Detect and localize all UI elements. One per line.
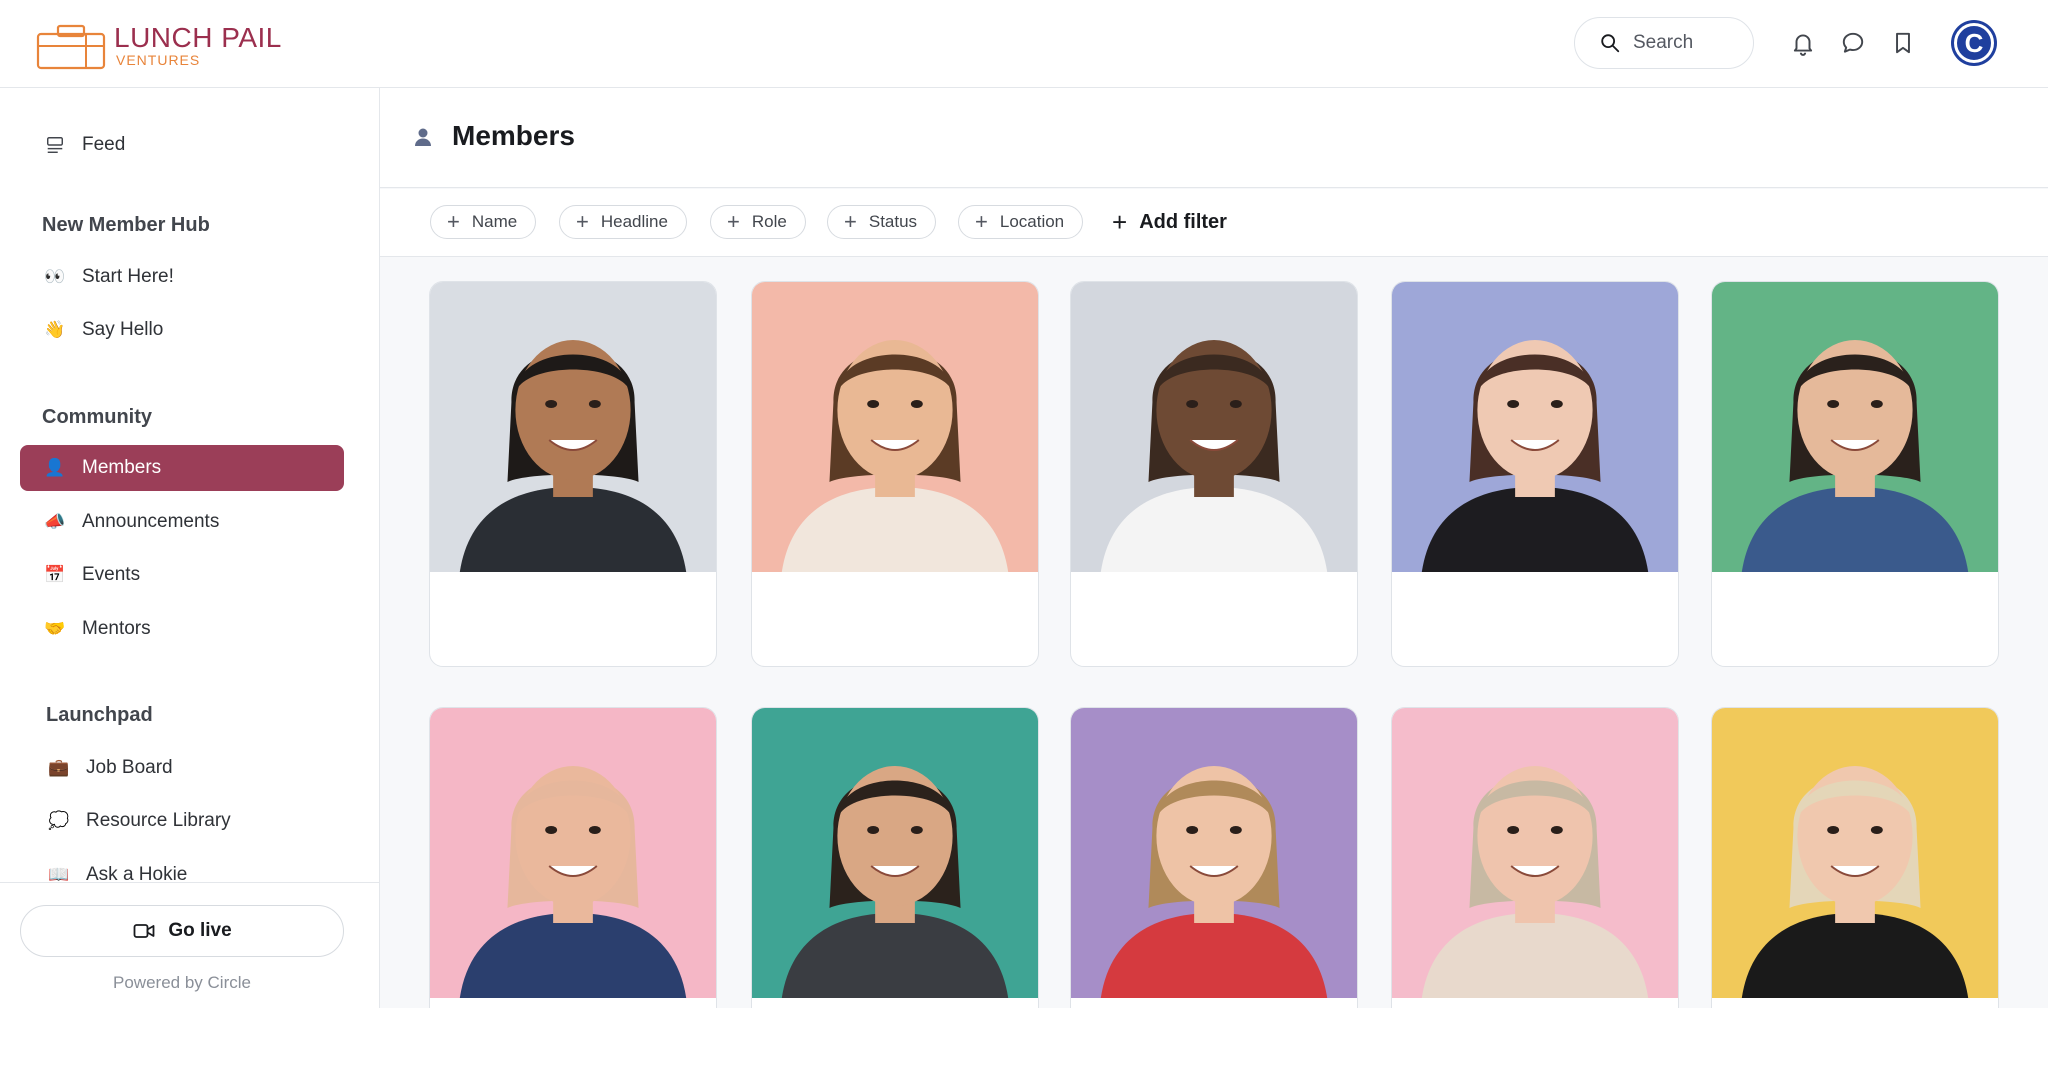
sidebar-item-label: Start Here!: [82, 266, 174, 287]
member-card[interactable]: [751, 281, 1039, 667]
eyes-icon: 👀: [44, 267, 66, 286]
thought-bubble-icon: 💭: [48, 811, 70, 830]
sidebar-item-label: Members: [82, 457, 162, 478]
plus-icon: +: [727, 209, 740, 234]
filter-status[interactable]: + Status: [827, 205, 937, 239]
sidebar-item-label: Mentors: [82, 618, 151, 639]
plus-icon: +: [576, 209, 589, 234]
chat-icon: [1842, 32, 1864, 53]
filter-headline[interactable]: + Headline: [559, 205, 687, 239]
sidebar-item-events[interactable]: 📅 Events: [20, 552, 344, 598]
wave-icon: 👋: [44, 320, 66, 339]
sidebar-item-announcements[interactable]: 📣 Announcements: [20, 499, 344, 545]
plus-icon: +: [1112, 207, 1128, 237]
person-icon: 👤: [44, 458, 66, 477]
add-filter-label: Add filter: [1139, 210, 1227, 233]
bookmark-icon: [1896, 32, 1910, 54]
video-camera-icon: [133, 924, 155, 938]
feed-icon: [44, 134, 66, 156]
bookmarks-button[interactable]: [1888, 28, 1918, 58]
person-icon: [415, 128, 431, 146]
filter-label: Name: [471, 212, 518, 231]
bell-icon: [1793, 34, 1813, 56]
member-avatar: [1071, 708, 1357, 998]
sidebar-item-label: Events: [82, 564, 141, 585]
sidebar-item-start-here[interactable]: 👀 Start Here!: [20, 254, 344, 300]
calendar-icon: 📅: [44, 565, 66, 584]
sidebar-item-members[interactable]: 👤 Members: [20, 445, 344, 491]
sidebar-item-label: Resource Library: [86, 810, 231, 831]
brand-subtitle: VENTURES: [116, 52, 201, 68]
plus-icon: +: [844, 209, 857, 234]
plus-icon: +: [447, 209, 460, 234]
brand-name: LUNCH PAIL: [114, 22, 282, 53]
member-card[interactable]: [1391, 281, 1679, 667]
member-card[interactable]: [1070, 281, 1358, 667]
sidebar: Feed New Member Hub 👀 Start Here! 👋 Say …: [0, 88, 380, 1008]
go-live-button[interactable]: Go live: [20, 905, 344, 957]
page-title: Members: [452, 120, 575, 151]
member-avatar: [1392, 282, 1678, 572]
add-filter-button[interactable]: + Add filter: [1112, 205, 1227, 239]
member-avatar: [430, 708, 716, 998]
messages-button[interactable]: [1838, 28, 1868, 58]
filter-location[interactable]: + Location: [958, 205, 1084, 239]
main-content: Members + Name + Headline + Role + Statu…: [380, 88, 2048, 1090]
sidebar-item-job-board[interactable]: 💼 Job Board: [20, 745, 344, 791]
section-heading-launchpad: Launchpad: [46, 704, 153, 726]
member-avatar: [752, 708, 1038, 998]
search-icon: [1601, 34, 1620, 53]
avatar-letter: C: [1954, 23, 1994, 63]
sidebar-item-label: Announcements: [82, 511, 220, 532]
filter-label: Headline: [600, 212, 668, 231]
sidebar-item-label: Feed: [82, 134, 126, 155]
search-button[interactable]: Search: [1574, 17, 1754, 69]
briefcase-icon: 💼: [48, 758, 70, 777]
member-card[interactable]: [1711, 281, 1999, 667]
lunch-pail-icon: [36, 24, 106, 70]
page-header: Members: [380, 88, 2048, 188]
member-avatar: [430, 282, 716, 572]
section-heading-community: Community: [42, 406, 152, 428]
sidebar-item-mentors[interactable]: 🤝 Mentors: [20, 606, 344, 652]
filter-label: Status: [868, 212, 918, 231]
member-avatar: [1071, 282, 1357, 572]
handshake-icon: 🤝: [44, 619, 66, 638]
sidebar-item-say-hello[interactable]: 👋 Say Hello: [20, 307, 344, 353]
user-avatar[interactable]: C: [1951, 20, 1997, 66]
notifications-button[interactable]: [1788, 28, 1818, 58]
plus-icon: +: [975, 209, 988, 234]
powered-by-text[interactable]: Powered by Circle: [0, 973, 364, 993]
sidebar-item-label: Say Hello: [82, 319, 164, 340]
member-card[interactable]: [429, 281, 717, 667]
filter-role[interactable]: + Role: [710, 205, 806, 239]
filter-name[interactable]: + Name: [430, 205, 537, 239]
member-avatar: [1712, 708, 1998, 998]
member-avatar: [1392, 708, 1678, 998]
section-heading-new-member-hub: New Member Hub: [42, 214, 210, 236]
megaphone-icon: 📣: [44, 512, 66, 531]
top-header: LUNCH PAIL VENTURES Search C: [0, 0, 2048, 88]
sidebar-item-resource-library[interactable]: 💭 Resource Library: [20, 798, 344, 844]
member-avatar: [1712, 282, 1998, 572]
go-live-label: Go live: [168, 920, 232, 941]
page-bottom: [0, 1008, 2048, 1090]
filter-label: Location: [999, 212, 1065, 231]
brand-logo[interactable]: LUNCH PAIL VENTURES: [36, 18, 281, 70]
filter-label: Role: [751, 212, 787, 231]
search-label: Search: [1633, 32, 1694, 53]
sidebar-footer: Go live Powered by Circle: [0, 882, 379, 1008]
sidebar-item-label: Job Board: [86, 757, 173, 778]
sidebar-item-feed[interactable]: Feed: [20, 122, 344, 168]
filter-bar: + Name + Headline + Role + Status + Loca…: [380, 189, 2048, 257]
member-avatar: [752, 282, 1038, 572]
